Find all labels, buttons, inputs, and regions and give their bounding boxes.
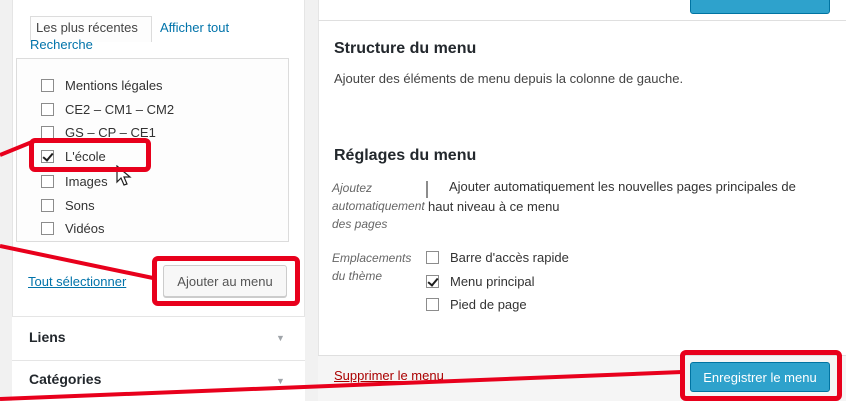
annotation-line-ecole (0, 140, 33, 157)
highlight-ecole (29, 138, 151, 172)
annotation-arrows (0, 140, 683, 401)
highlight-save-menu (680, 350, 842, 401)
annotation-line-save (0, 370, 683, 401)
annotation-line-add (0, 244, 154, 280)
highlight-add-to-menu (152, 256, 300, 306)
